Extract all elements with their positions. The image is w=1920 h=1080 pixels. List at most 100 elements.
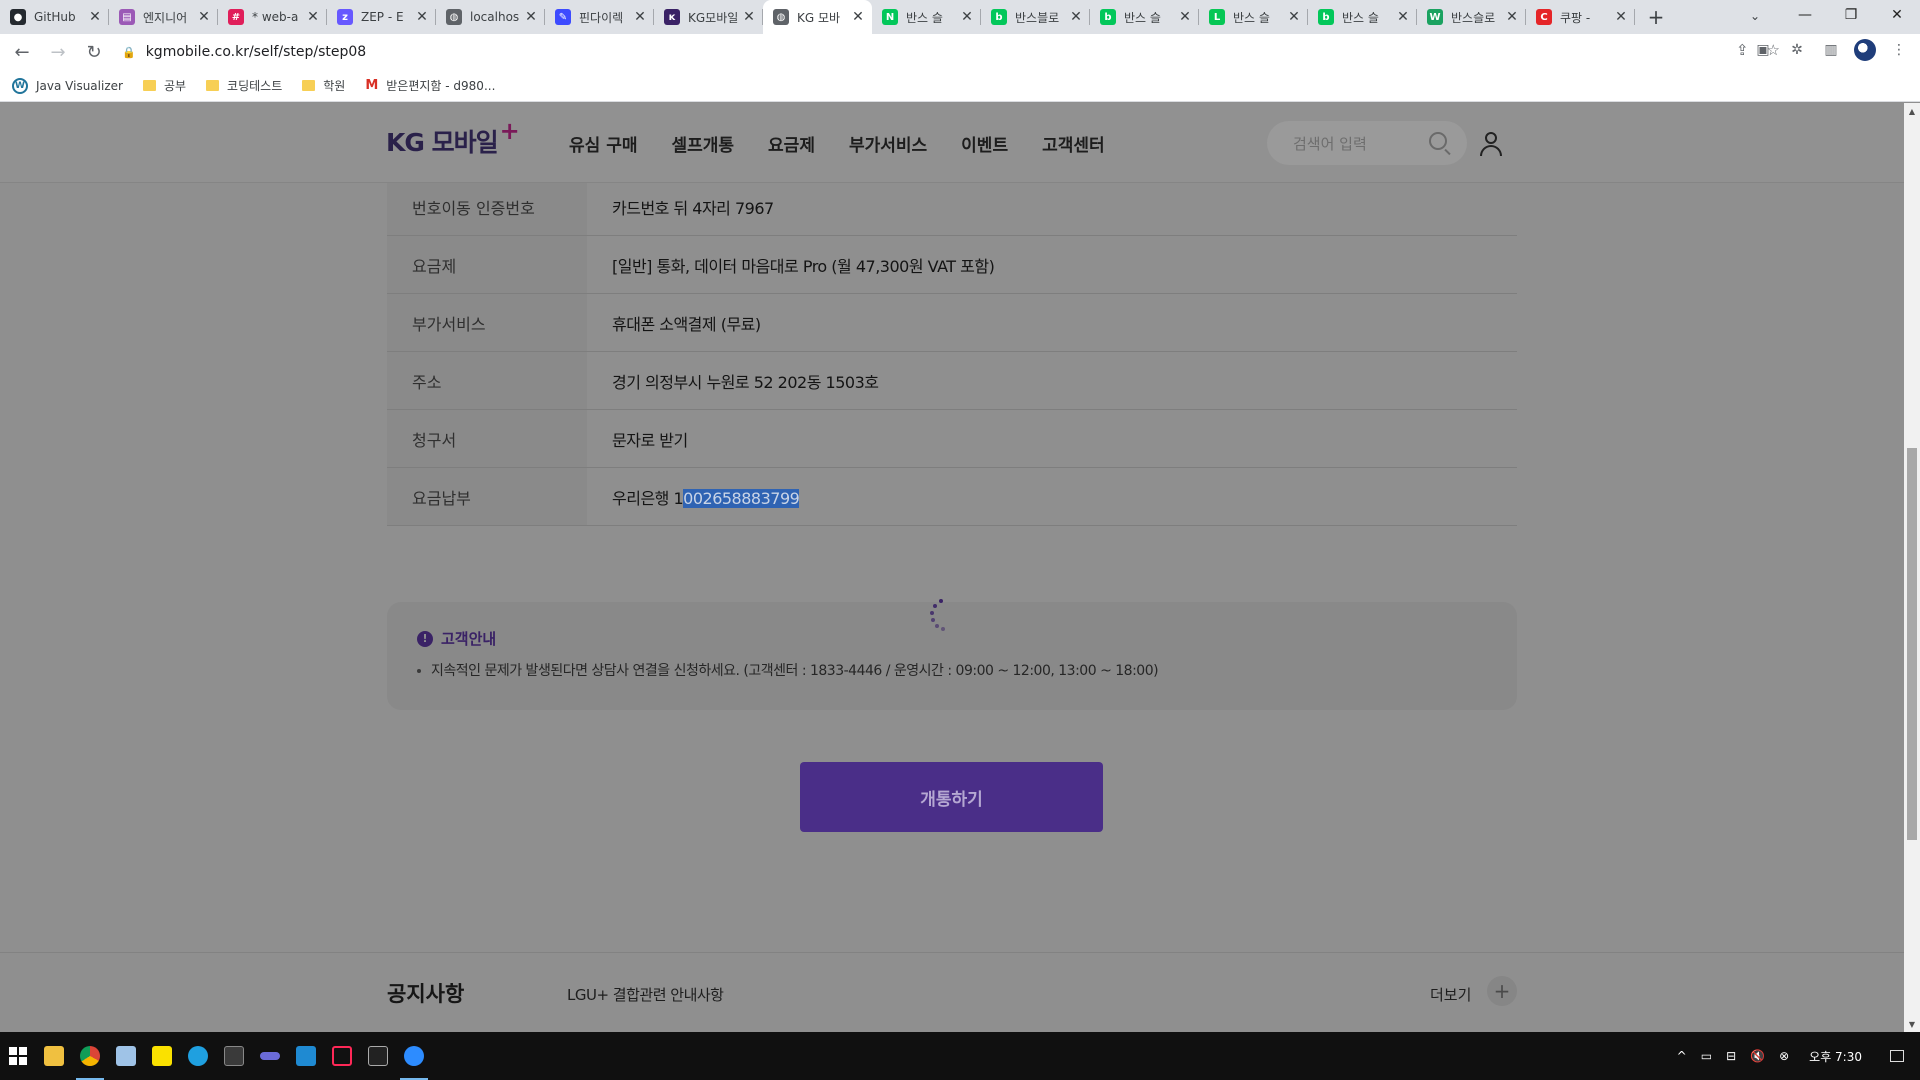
- menu-kebab-icon[interactable]: ⋮: [1888, 39, 1910, 61]
- coupang-icon: C: [1536, 9, 1552, 25]
- selected-account-number[interactable]: 002658883799: [683, 488, 800, 508]
- address-bar[interactable]: 🔒 kgmobile.co.kr/self/step/step08: [110, 38, 1780, 66]
- profile-avatar[interactable]: [1854, 39, 1876, 61]
- restore-button[interactable]: ❐: [1828, 0, 1874, 30]
- app-icon[interactable]: [216, 1032, 252, 1080]
- browser-tab[interactable]: ● GitHub ✕: [0, 0, 109, 34]
- nav-usim-purchase[interactable]: 유심 구매: [569, 131, 637, 156]
- browser-tab[interactable]: W 반스슬로 ✕: [1417, 0, 1526, 34]
- meet-now-icon[interactable]: ▭: [1701, 1049, 1712, 1063]
- close-tab-icon[interactable]: ✕: [632, 9, 648, 25]
- side-panel-icon[interactable]: ▥: [1820, 39, 1842, 61]
- browser-tab[interactable]: # * web-a ✕: [218, 0, 327, 34]
- browser-tab[interactable]: ᴋ KG모바일 ✕: [654, 0, 763, 34]
- extensions-icon[interactable]: ✲: [1786, 39, 1808, 61]
- close-tab-icon[interactable]: ✕: [87, 9, 103, 25]
- nav-self-activation[interactable]: 셀프개통: [671, 131, 734, 156]
- announcement-item-link[interactable]: LGU+ 결합관련 안내사항: [567, 984, 724, 1005]
- browser-tab[interactable]: z ZEP - E ✕: [327, 0, 436, 34]
- activate-button[interactable]: 개통하기: [800, 762, 1103, 832]
- edge-icon[interactable]: [180, 1032, 216, 1080]
- volume-muted-icon[interactable]: 🔇: [1750, 1049, 1765, 1063]
- browser-tab[interactable]: b 반스 슬 ✕: [1308, 0, 1417, 34]
- close-tab-icon[interactable]: ✕: [1068, 9, 1084, 25]
- file-explorer-icon[interactable]: [36, 1032, 72, 1080]
- windows-start-icon[interactable]: [0, 1032, 36, 1080]
- tray-chevron-icon[interactable]: ^: [1677, 1049, 1687, 1063]
- tab-search-button[interactable]: ⌄: [1740, 4, 1770, 28]
- close-tab-icon[interactable]: ✕: [1177, 9, 1193, 25]
- folder-icon: [302, 80, 316, 91]
- vscode-icon[interactable]: [288, 1032, 324, 1080]
- close-tab-icon[interactable]: ✕: [741, 9, 757, 25]
- more-link[interactable]: 더보기: [1430, 984, 1471, 1005]
- close-tab-icon[interactable]: ✕: [305, 9, 321, 25]
- logo-plus: +: [499, 117, 520, 145]
- browser-tab[interactable]: C 쿠팡 - ✕: [1526, 0, 1635, 34]
- share-icon[interactable]: ⇪: [1736, 41, 1749, 59]
- close-tab-icon[interactable]: ✕: [1286, 9, 1302, 25]
- summary-value: 휴대폰 소액결제 (무료): [612, 314, 761, 334]
- close-tab-icon[interactable]: ✕: [414, 9, 430, 25]
- browser-tab[interactable]: ◍ KG 모바 ✕: [763, 0, 872, 34]
- browser-tab[interactable]: ▤ 엔지니어 ✕: [109, 0, 218, 34]
- summary-label: 부가서비스: [387, 294, 587, 351]
- zoom-icon[interactable]: [396, 1032, 432, 1080]
- tab-title: 핀다이렉: [579, 10, 624, 25]
- status-icon[interactable]: ⊗: [1779, 1049, 1789, 1063]
- close-tab-icon[interactable]: ✕: [850, 9, 866, 25]
- nav-addons[interactable]: 부가서비스: [849, 131, 927, 156]
- site-search-input[interactable]: 검색어 입력: [1267, 121, 1467, 165]
- scroll-up-icon[interactable]: ▲: [1904, 103, 1920, 119]
- chrome-taskbar-icon[interactable]: [72, 1032, 108, 1080]
- reload-button[interactable]: ↻: [80, 38, 108, 66]
- new-tab-button[interactable]: +: [1641, 0, 1671, 34]
- browser-tab[interactable]: ✎ 핀다이렉 ✕: [545, 0, 654, 34]
- page-scrollbar[interactable]: ▲ ▼: [1904, 103, 1920, 1032]
- kg-mobile-logo[interactable]: KG 모바일 +: [386, 117, 520, 159]
- browser-toolbar: ← → ↻ 🔒 kgmobile.co.kr/self/step/step08 …: [0, 34, 1920, 70]
- bookmark-folder-study[interactable]: 공부: [142, 77, 186, 94]
- bookmark-folder-academy[interactable]: 학원: [302, 77, 345, 94]
- more-plus-icon[interactable]: +: [1487, 976, 1517, 1006]
- close-tab-icon[interactable]: ✕: [523, 9, 539, 25]
- search-icon[interactable]: [1429, 132, 1447, 150]
- tab-title: 반스 슬: [906, 10, 943, 25]
- scrollbar-thumb[interactable]: [1907, 448, 1917, 840]
- tab-title: 쿠팡 -: [1560, 10, 1591, 25]
- browser-tab[interactable]: b 반스블로 ✕: [981, 0, 1090, 34]
- bookmark-java-visualizer[interactable]: W Java Visualizer: [12, 77, 123, 94]
- nav-events[interactable]: 이벤트: [961, 131, 1008, 156]
- close-tab-icon[interactable]: ✕: [1504, 9, 1520, 25]
- browser-tab[interactable]: b 반스 슬 ✕: [1090, 0, 1199, 34]
- naver-icon: N: [882, 9, 898, 25]
- loading-spinner-icon: [928, 599, 954, 637]
- bookmark-gmail[interactable]: M 받은편지함 - d980...: [365, 77, 495, 94]
- network-icon[interactable]: ⊟: [1726, 1049, 1736, 1063]
- app-icon[interactable]: [252, 1032, 288, 1080]
- forward-button[interactable]: →: [44, 38, 72, 66]
- bookmark-folder-coding-test[interactable]: 코딩테스트: [206, 77, 282, 94]
- close-tab-icon[interactable]: ✕: [196, 9, 212, 25]
- pocket-icon[interactable]: ▣: [1752, 39, 1774, 61]
- close-tab-icon[interactable]: ✕: [1613, 9, 1629, 25]
- close-tab-icon[interactable]: ✕: [1395, 9, 1411, 25]
- intellij-icon[interactable]: [324, 1032, 360, 1080]
- close-window-button[interactable]: ✕: [1874, 0, 1920, 30]
- scroll-down-icon[interactable]: ▼: [1904, 1016, 1920, 1032]
- terminal-icon[interactable]: [360, 1032, 396, 1080]
- back-button[interactable]: ←: [8, 38, 36, 66]
- kakaotalk-icon[interactable]: [144, 1032, 180, 1080]
- user-icon[interactable]: [1480, 132, 1502, 156]
- notification-icon[interactable]: [1890, 1050, 1904, 1062]
- minimize-button[interactable]: —: [1782, 0, 1828, 30]
- browser-tab[interactable]: N 반스 슬 ✕: [872, 0, 981, 34]
- clock[interactable]: 오후 7:30: [1809, 1048, 1862, 1065]
- notepad-icon[interactable]: [108, 1032, 144, 1080]
- summary-row: 주소 경기 의정부시 누원로 52 202동 1503호: [387, 352, 1517, 410]
- nav-plans[interactable]: 요금제: [768, 131, 815, 156]
- nav-support[interactable]: 고객센터: [1042, 131, 1105, 156]
- close-tab-icon[interactable]: ✕: [959, 9, 975, 25]
- browser-tab[interactable]: ◍ localhos ✕: [436, 0, 545, 34]
- browser-tab[interactable]: L 반스 슬 ✕: [1199, 0, 1308, 34]
